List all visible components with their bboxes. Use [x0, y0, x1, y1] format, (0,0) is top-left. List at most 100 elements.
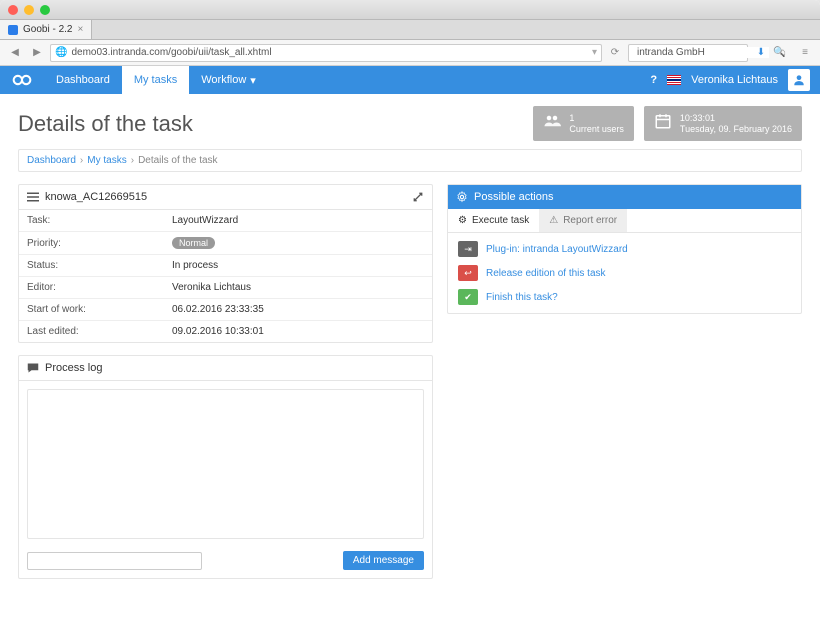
tab-report-error[interactable]: ⚠ Report error: [539, 209, 627, 232]
priority-badge: Normal: [172, 237, 215, 249]
users-count: 1: [569, 113, 624, 124]
dropdown-icon[interactable]: ▾: [592, 47, 597, 58]
possible-actions-head: Possible actions: [448, 185, 801, 209]
url-input[interactable]: [71, 47, 588, 58]
breadcrumb-sep: ›: [131, 155, 134, 166]
process-log-panel: Process log Add message: [18, 355, 433, 579]
browser-window: Goobi - 2.2 × ◀ ▶ 🌐 ▾ ⟳ 🔍 ⬇ ⌂ ≡ Dashboar…: [0, 0, 820, 644]
table-row: Task:LayoutWizzard: [19, 210, 432, 232]
table-row: Status:In process: [19, 255, 432, 277]
expand-icon[interactable]: [412, 191, 424, 203]
tab-label: Report error: [563, 215, 617, 226]
window-controls: [8, 5, 50, 15]
message-input[interactable]: [27, 552, 202, 570]
caret-down-icon: ▾: [250, 74, 256, 87]
language-flag-icon[interactable]: [667, 75, 681, 85]
detail-value: 09.02.2016 10:33:01: [164, 321, 432, 343]
app-navbar: Dashboard My tasks Workflow ▾ ? Veronika …: [0, 66, 820, 94]
detail-value: 06.02.2016 23:33:35: [164, 299, 432, 321]
comment-icon: [27, 362, 39, 374]
page-title: Details of the task: [18, 111, 523, 137]
detail-label: Editor:: [19, 277, 164, 299]
tab-execute-task[interactable]: ⚙ Execute task: [448, 209, 539, 232]
close-tab-icon[interactable]: ×: [77, 24, 83, 35]
tab-title: Goobi - 2.2: [23, 24, 72, 35]
home-button[interactable]: ⌂: [774, 44, 792, 62]
browser-tabstrip: Goobi - 2.2 ×: [0, 20, 820, 40]
actions-title: Possible actions: [474, 191, 554, 203]
download-button[interactable]: ⬇: [752, 44, 770, 62]
globe-icon: 🌐: [55, 47, 67, 58]
breadcrumb: Dashboard › My tasks › Details of the ta…: [18, 149, 802, 172]
breadcrumb-dashboard[interactable]: Dashboard: [27, 155, 76, 166]
search-box[interactable]: 🔍: [628, 44, 748, 62]
left-column: knowa_AC12669515 Task:LayoutWizzardPrior…: [18, 184, 433, 591]
app-root: Dashboard My tasks Workflow ▾ ? Veronika …: [0, 66, 820, 644]
action-icon: ↩: [458, 265, 478, 281]
right-column: Possible actions ⚙ Execute task ⚠ Report…: [447, 184, 802, 591]
favicon-icon: [8, 25, 18, 35]
action-link[interactable]: Finish this task?: [486, 292, 558, 303]
action-list: ⇥ Plug-in: intranda LayoutWizzard ↩ Release…: [448, 233, 801, 313]
date-text: Tuesday, 09. February 2016: [680, 124, 792, 135]
gear-icon: [456, 191, 468, 203]
add-message-row: Add message: [19, 547, 432, 578]
detail-value: Normal: [164, 232, 432, 255]
tab-label: Execute task: [472, 215, 529, 226]
action-item: ✔ Finish this task?: [448, 285, 801, 309]
action-icon: ⇥: [458, 241, 478, 257]
nav-workflow[interactable]: Workflow ▾: [189, 66, 268, 94]
breadcrumb-my-tasks[interactable]: My tasks: [87, 155, 126, 166]
task-name: knowa_AC12669515: [45, 191, 147, 203]
macos-titlebar: [0, 0, 820, 20]
process-log-title: Process log: [45, 362, 102, 374]
action-link[interactable]: Release edition of this task: [486, 268, 606, 279]
nav-my-tasks[interactable]: My tasks: [122, 66, 189, 94]
list-icon: [27, 191, 39, 203]
nav-label: Dashboard: [56, 74, 110, 86]
search-input[interactable]: [637, 47, 769, 58]
time-text: 10:33:01: [680, 113, 792, 124]
users-icon: [543, 112, 561, 135]
close-window-button[interactable]: [8, 5, 18, 15]
detail-label: Last edited:: [19, 321, 164, 343]
calendar-icon: [654, 112, 672, 135]
table-row: Start of work:06.02.2016 23:33:35: [19, 299, 432, 321]
task-details-head: knowa_AC12669515: [19, 185, 432, 210]
user-avatar-icon[interactable]: [788, 69, 810, 91]
nav-dashboard[interactable]: Dashboard: [44, 66, 122, 94]
detail-value: In process: [164, 255, 432, 277]
back-button[interactable]: ◀: [6, 44, 24, 62]
reload-button[interactable]: ⟳: [606, 44, 624, 62]
forward-button[interactable]: ▶: [28, 44, 46, 62]
page-header: Details of the task 1 Current users: [18, 106, 802, 141]
detail-value: LayoutWizzard: [164, 210, 432, 232]
browser-toolbar: ◀ ▶ 🌐 ▾ ⟳ 🔍 ⬇ ⌂ ≡: [0, 40, 820, 66]
minimize-window-button[interactable]: [24, 5, 34, 15]
action-icon: ✔: [458, 289, 478, 305]
action-link[interactable]: Plug-in: intranda LayoutWizzard: [486, 244, 628, 255]
action-item: ⇥ Plug-in: intranda LayoutWizzard: [448, 237, 801, 261]
detail-label: Status:: [19, 255, 164, 277]
maximize-window-button[interactable]: [40, 5, 50, 15]
gear-small-icon: ⚙: [458, 215, 467, 226]
help-icon[interactable]: ?: [650, 74, 657, 86]
current-users-box: 1 Current users: [533, 106, 634, 141]
users-label: Current users: [569, 124, 624, 135]
process-log-area[interactable]: [27, 389, 424, 539]
detail-label: Start of work:: [19, 299, 164, 321]
process-log-head: Process log: [19, 356, 432, 381]
add-message-button[interactable]: Add message: [343, 551, 424, 570]
browser-tab[interactable]: Goobi - 2.2 ×: [0, 20, 92, 39]
task-details-panel: knowa_AC12669515 Task:LayoutWizzardPrior…: [18, 184, 433, 343]
url-bar[interactable]: 🌐 ▾: [50, 44, 602, 62]
warning-icon: ⚠: [549, 215, 558, 226]
nav-label: Workflow: [201, 74, 246, 86]
table-row: Editor:Veronika Lichtaus: [19, 277, 432, 299]
nav-username[interactable]: Veronika Lichtaus: [691, 74, 778, 86]
task-details-table: Task:LayoutWizzardPriority:NormalStatus:…: [19, 210, 432, 342]
actions-tabs: ⚙ Execute task ⚠ Report error: [448, 209, 801, 233]
app-logo[interactable]: [0, 66, 44, 94]
nav-label: My tasks: [134, 74, 177, 86]
menu-button[interactable]: ≡: [796, 44, 814, 62]
